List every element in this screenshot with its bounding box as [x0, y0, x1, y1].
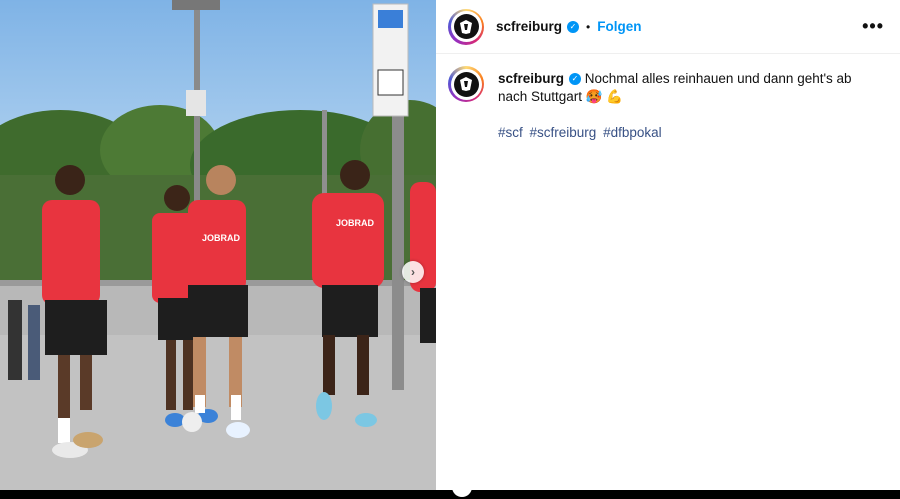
separator-dot: •	[586, 19, 591, 34]
next-image-button[interactable]: ›	[402, 261, 424, 283]
post-photo: JOBRAD JOBRAD ›	[0, 0, 436, 490]
verified-badge-icon: ✓	[567, 20, 580, 33]
hashtag-link[interactable]: #scf	[498, 125, 523, 140]
bottom-bar	[0, 490, 900, 499]
follow-button[interactable]: Folgen	[597, 19, 641, 34]
svg-text:JOBRAD: JOBRAD	[336, 218, 375, 228]
club-crest-icon	[453, 14, 479, 39]
caption-avatar[interactable]	[448, 66, 484, 102]
verified-badge-icon: ✓	[569, 73, 582, 86]
header-username[interactable]: scfreiburg	[496, 19, 562, 34]
avatar[interactable]	[448, 8, 484, 45]
caption-username[interactable]: scfreiburg	[498, 71, 564, 86]
post-header: scfreiburg ✓ • Folgen •••	[436, 0, 900, 54]
hashtag-list: #scf #scfreiburg #dfbpokal	[498, 124, 878, 142]
hashtag-link[interactable]: #dfbpokal	[603, 125, 662, 140]
more-options-icon[interactable]: •••	[862, 17, 884, 35]
caption: scfreiburg ✓ Nochmal alles reinhauen und …	[436, 54, 900, 142]
post-side-panel: scfreiburg ✓ • Folgen ••• scfreiburg ✓ No…	[436, 0, 900, 490]
svg-text:JOBRAD: JOBRAD	[202, 233, 241, 243]
training-scene: JOBRAD JOBRAD	[0, 0, 436, 490]
club-crest-icon	[453, 71, 479, 97]
hashtag-link[interactable]: #scfreiburg	[530, 125, 597, 140]
